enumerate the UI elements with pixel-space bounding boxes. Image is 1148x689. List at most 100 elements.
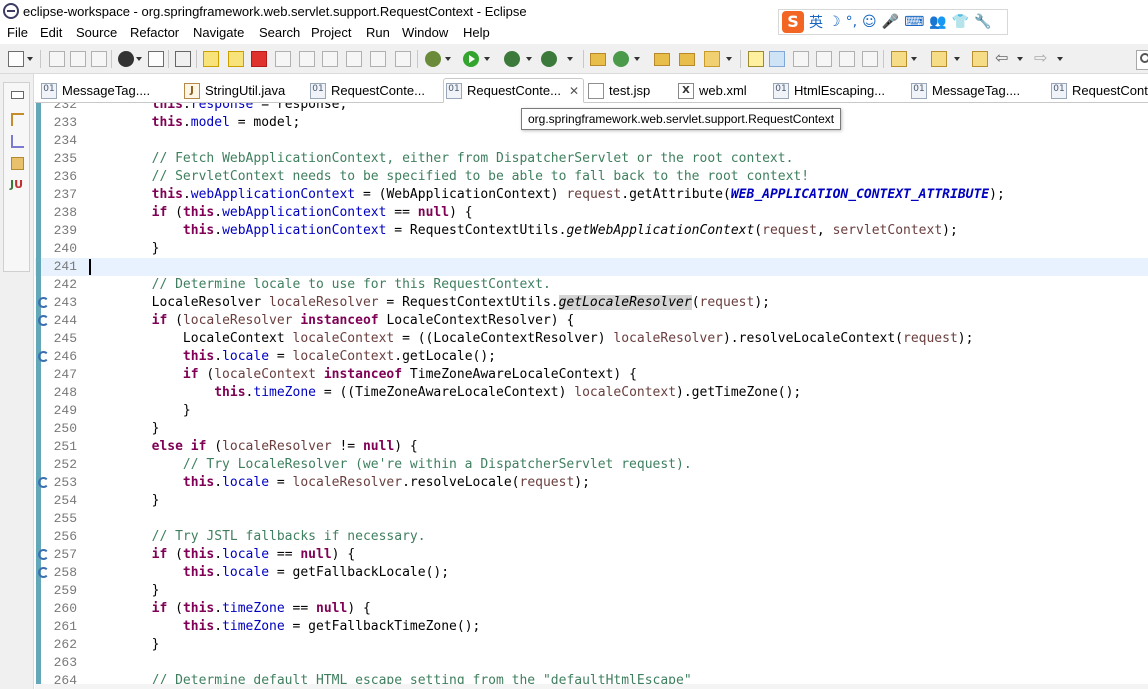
code-line[interactable]: 249 } (35, 402, 1148, 420)
code-line[interactable]: 243 LocaleResolver localeResolver = Requ… (35, 294, 1148, 312)
menu-search[interactable]: Search (259, 25, 300, 40)
wrench-icon[interactable]: 🔧 (974, 14, 991, 30)
code-line[interactable]: 244 if (localeResolver instanceof Locale… (35, 312, 1148, 330)
emoji-icon[interactable]: ☺ (862, 14, 877, 30)
new-class-dropdown-icon[interactable] (634, 51, 641, 67)
code-line[interactable]: 257 if (this.locale == null) { (35, 546, 1148, 564)
search-tool-icon[interactable] (704, 51, 720, 67)
open-task-icon[interactable] (679, 53, 695, 66)
search-dropdown-icon[interactable] (726, 51, 733, 67)
suspend-icon[interactable] (228, 51, 244, 67)
close-icon[interactable]: ✕ (569, 84, 579, 98)
package-explorer-icon[interactable] (11, 113, 24, 126)
junit-icon[interactable]: JU (10, 178, 30, 191)
drop-to-frame-icon[interactable] (370, 51, 386, 67)
code-line[interactable]: 258 this.locale = getFallbackLocale(); (35, 564, 1148, 582)
tab-requestcontext-active[interactable]: 01 RequestConte... ✕ (443, 78, 585, 103)
moon-icon[interactable]: ☽ (828, 14, 841, 30)
code-line[interactable]: 237 this.webApplicationContext = (WebApp… (35, 186, 1148, 204)
last-edit-location-icon[interactable] (972, 51, 988, 67)
skip-breakpoints-icon[interactable] (175, 51, 191, 67)
menu-source[interactable]: Source (76, 25, 117, 40)
open-type-icon[interactable] (654, 53, 670, 66)
profile-dropdown-icon[interactable] (136, 51, 143, 67)
code-line[interactable]: 242 // Determine locale to use for this … (35, 276, 1148, 294)
override-marker-icon[interactable] (38, 315, 49, 326)
tab-messagetag-2[interactable]: 01 MessageTag.... (909, 78, 1020, 103)
code-line[interactable]: 254 } (35, 492, 1148, 510)
tab-requestcontext-1[interactable]: 01 RequestConte... (308, 78, 425, 103)
code-line[interactable]: 235 // Fetch WebApplicationContext, eith… (35, 150, 1148, 168)
menu-help[interactable]: Help (463, 25, 490, 40)
new-java-package-icon[interactable] (590, 53, 606, 66)
code-line[interactable]: 245 LocaleContext localeContext = ((Loca… (35, 330, 1148, 348)
override-marker-icon[interactable] (38, 297, 49, 308)
code-line[interactable]: 259 } (35, 582, 1148, 600)
step-over-icon[interactable] (322, 51, 338, 67)
back-icon[interactable] (995, 48, 1011, 67)
tab-stringutil[interactable]: J StringUtil.java (182, 78, 285, 103)
debug-icon[interactable] (425, 51, 441, 67)
override-marker-icon[interactable] (38, 351, 49, 362)
code-line[interactable]: 247 if (localeContext instanceof TimeZon… (35, 366, 1148, 384)
external-tools-dropdown-icon[interactable] (567, 51, 574, 67)
code-line[interactable]: 253 this.locale = localeResolver.resolve… (35, 474, 1148, 492)
code-editor[interactable]: 232 this.response = response; 233 this.mo… (35, 103, 1148, 689)
toggle-block-selection-icon[interactable] (816, 51, 832, 67)
code-line[interactable]: 256 // Try JSTL fallbacks if necessary. (35, 528, 1148, 546)
horizontal-scrollbar[interactable] (35, 684, 1148, 689)
code-line[interactable]: 251 else if (localeResolver != null) { (35, 438, 1148, 456)
tab-htmlescaping[interactable]: 01 HtmlEscaping... (771, 78, 885, 103)
menu-project[interactable]: Project (311, 25, 351, 40)
debug-dropdown-icon[interactable] (445, 51, 452, 67)
code-line[interactable]: 255 (35, 510, 1148, 528)
forward-icon[interactable] (1034, 48, 1050, 67)
print-icon[interactable] (91, 51, 107, 67)
ime-mode-toggle[interactable]: 英 (809, 12, 823, 32)
save-all-icon[interactable] (70, 51, 86, 67)
terminate-icon[interactable] (251, 51, 267, 67)
override-marker-icon[interactable] (38, 567, 49, 578)
code-line[interactable]: 261 this.timeZone = getFallbackTimeZone(… (35, 618, 1148, 636)
menu-run[interactable]: Run (366, 25, 390, 40)
code-line[interactable]: 252 // Try LocaleResolver (we're within … (35, 456, 1148, 474)
microphone-icon[interactable]: 🎤 (882, 14, 899, 30)
use-step-filters-icon[interactable] (395, 51, 411, 67)
new-icon[interactable] (8, 51, 24, 67)
code-line[interactable]: 239 this.webApplicationContext = Request… (35, 222, 1148, 240)
menu-file[interactable]: File (7, 25, 28, 40)
type-hierarchy-icon[interactable] (11, 135, 24, 148)
toggle-ant-mark-icon[interactable] (748, 51, 764, 67)
previous-annotation-dropdown-icon[interactable] (954, 51, 961, 67)
code-line[interactable]: 246 this.locale = localeContext.getLocal… (35, 348, 1148, 366)
code-line[interactable]: 260 if (this.timeZone == null) { (35, 600, 1148, 618)
show-whitespace-icon[interactable] (839, 51, 855, 67)
code-line[interactable]: 238 if (this.webApplicationContext == nu… (35, 204, 1148, 222)
code-line[interactable]: 263 (35, 654, 1148, 672)
shirt-icon[interactable]: 👕 (952, 14, 969, 30)
show-paragraph-icon[interactable] (862, 51, 878, 67)
ime-toolbar[interactable]: S 英 ☽ °, ☺ 🎤 ⌨ 👥 👕 🔧 (778, 9, 1008, 35)
back-dropdown-icon[interactable] (1017, 51, 1024, 67)
code-line[interactable]: 262 } (35, 636, 1148, 654)
profile-icon[interactable] (118, 51, 134, 67)
code-line[interactable]: 234 (35, 132, 1148, 150)
next-annotation-icon[interactable] (891, 51, 907, 67)
toggle-breadcrumb-icon[interactable] (793, 51, 809, 67)
next-annotation-dropdown-icon[interactable] (911, 51, 918, 67)
users-icon[interactable]: 👥 (929, 14, 946, 30)
tab-requestcontext-2[interactable]: 01 RequestConte (1049, 78, 1148, 103)
forward-dropdown-icon[interactable] (1057, 51, 1064, 67)
coverage-icon[interactable] (504, 51, 520, 67)
previous-annotation-icon[interactable] (931, 51, 947, 67)
disconnect-icon[interactable] (275, 51, 291, 67)
menu-refactor[interactable]: Refactor (130, 25, 179, 40)
menu-window[interactable]: Window (402, 25, 448, 40)
menu-navigate[interactable]: Navigate (193, 25, 244, 40)
tab-web-xml[interactable]: X web.xml (676, 78, 747, 103)
override-marker-icon[interactable] (38, 549, 49, 560)
new-dropdown-icon[interactable] (27, 51, 34, 67)
menu-edit[interactable]: Edit (40, 25, 62, 40)
code-line[interactable]: 241 (35, 258, 1148, 276)
run-dropdown-icon[interactable] (484, 51, 491, 67)
